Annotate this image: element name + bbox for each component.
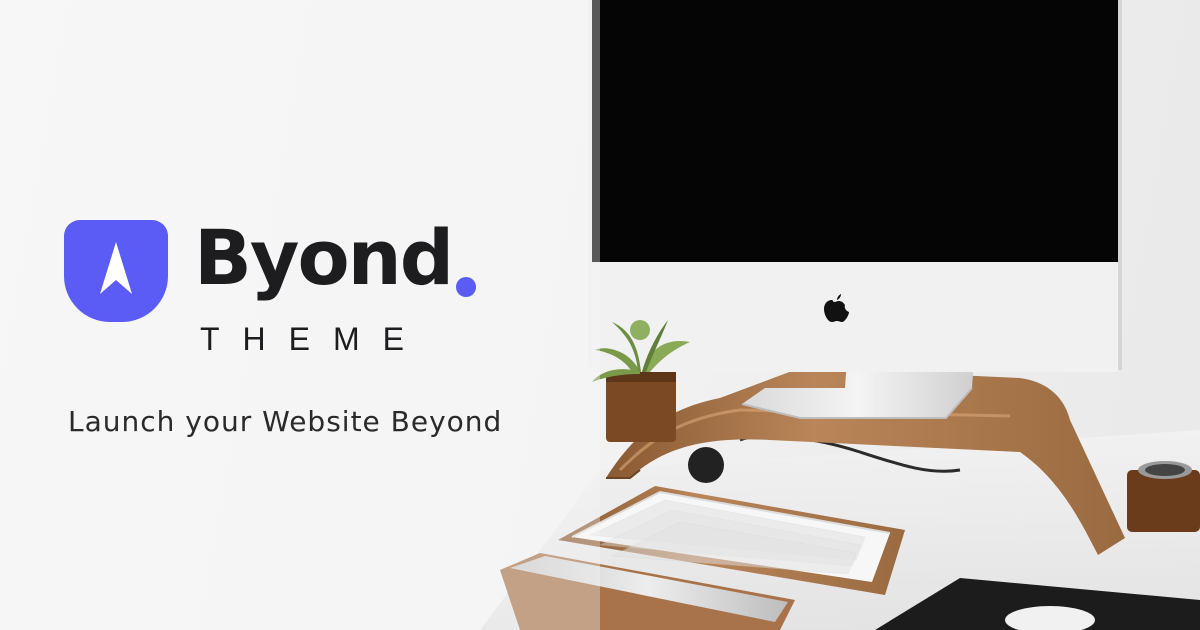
logo-mark (64, 220, 168, 322)
brand-accent-dot (456, 277, 476, 297)
workspace-photo (0, 0, 1200, 630)
hero-banner: Byond THEME Launch your Website Beyond (0, 0, 1200, 630)
brand-name: Byond (194, 213, 454, 302)
pen-cup (1127, 461, 1200, 532)
tagline: Launch your Website Beyond (68, 405, 503, 438)
charger-puck (688, 447, 724, 483)
brand-subtitle: THEME (200, 321, 427, 357)
imac-monitor (588, 0, 1122, 372)
arrow-up-icon (100, 242, 132, 294)
